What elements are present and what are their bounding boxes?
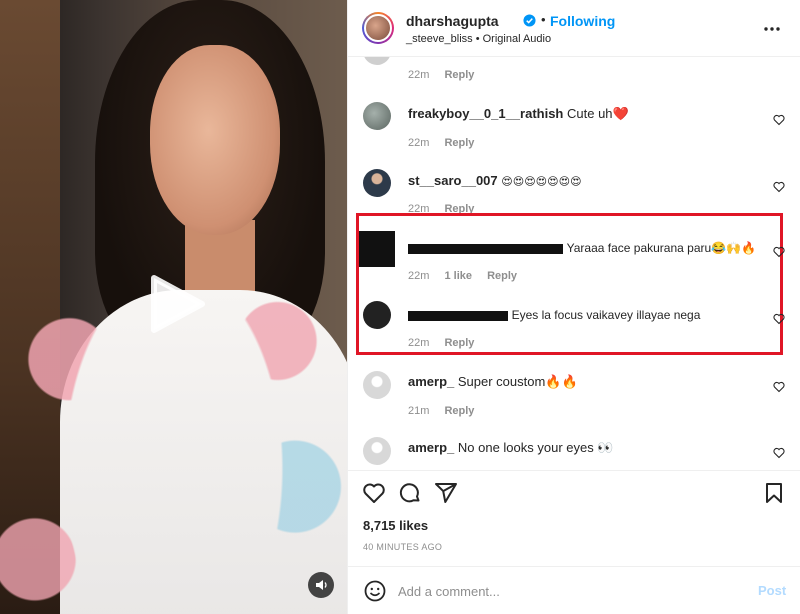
comment-text: Cute uh❤️ — [567, 106, 629, 121]
redacted-username — [408, 243, 563, 254]
play-icon[interactable] — [140, 272, 210, 336]
bookmark-icon[interactable] — [762, 481, 786, 505]
comment-composer: Post — [348, 566, 800, 614]
likes-count[interactable]: 8,715 likes — [363, 518, 428, 533]
comment-username[interactable]: freakyboy__0_1__rathish — [408, 106, 563, 121]
reply-button[interactable]: Reply — [444, 337, 474, 349]
comment-icon[interactable] — [398, 481, 422, 505]
reply-button[interactable]: Reply — [444, 137, 474, 149]
avatar[interactable] — [363, 57, 391, 65]
reply-button[interactable]: Reply — [487, 270, 517, 282]
reply-button[interactable]: Reply — [444, 69, 474, 81]
post-details-panel: dharshagupta • Following _steeve_bliss •… — [347, 0, 800, 614]
heart-icon[interactable] — [362, 481, 386, 505]
avatar[interactable] — [359, 231, 395, 267]
highlight-box — [356, 213, 783, 355]
heart-icon[interactable] — [773, 114, 785, 126]
post-timestamp: 40 MINUTES AGO — [363, 542, 443, 552]
avatar[interactable] — [363, 169, 391, 197]
comment-username[interactable]: amerp_ — [408, 440, 454, 455]
heart-icon[interactable] — [773, 246, 785, 258]
post-button[interactable]: Post — [758, 583, 786, 598]
comment-time: 22m — [408, 69, 430, 81]
following-button[interactable]: Following — [550, 13, 615, 29]
comment-text: No one looks your eyes 👀 — [457, 440, 614, 455]
reply-button[interactable]: Reply — [444, 405, 474, 417]
comment-username[interactable]: amerp_ — [408, 374, 454, 389]
comment-text: Super coustom🔥🔥 — [457, 374, 578, 389]
avatar[interactable] — [363, 437, 391, 465]
post-media[interactable] — [0, 0, 347, 614]
heart-icon[interactable] — [773, 381, 785, 393]
heart-icon[interactable] — [773, 181, 785, 193]
comments-list[interactable]: 22m Reply freakyboy__0_1__rathish Cute u… — [348, 57, 800, 470]
comment-time: 22m — [408, 337, 430, 349]
redacted-username — [408, 310, 508, 321]
comment-input[interactable] — [398, 580, 748, 602]
audio-icon[interactable] — [308, 572, 334, 598]
avatar[interactable] — [363, 301, 391, 329]
emoji-icon[interactable] — [363, 579, 387, 603]
comment-time: 21m — [408, 405, 430, 417]
avatar[interactable] — [363, 102, 391, 130]
post-username[interactable]: dharshagupta — [406, 13, 499, 29]
comment-username[interactable]: st__saro__007 — [408, 173, 498, 188]
verified-badge-icon — [523, 14, 536, 27]
comment-text: Eyes la focus vaikavey illayae nega — [511, 308, 701, 322]
subject-face — [150, 45, 280, 235]
more-options-icon[interactable] — [762, 20, 782, 38]
separator-dot: • — [541, 12, 546, 27]
post-header: dharshagupta • Following _steeve_bliss •… — [348, 0, 800, 57]
comment-text: 😍😍😍😍😍😍😍 — [501, 175, 582, 188]
comment-time: 22m — [408, 270, 430, 282]
share-icon[interactable] — [434, 481, 458, 505]
audio-credit[interactable]: _steeve_bliss • Original Audio — [406, 33, 551, 45]
post-viewer: dharshagupta • Following _steeve_bliss •… — [0, 0, 800, 614]
like-count[interactable]: 1 like — [444, 270, 472, 282]
comment-text: Yaraaa face pakurana paru😂🙌🔥 — [566, 241, 756, 255]
heart-icon[interactable] — [773, 447, 785, 459]
avatar[interactable] — [363, 371, 391, 399]
comment-time: 22m — [408, 137, 430, 149]
avatar[interactable] — [362, 12, 394, 44]
heart-icon[interactable] — [773, 313, 785, 325]
post-actions: 8,715 likes 40 MINUTES AGO — [348, 470, 800, 560]
